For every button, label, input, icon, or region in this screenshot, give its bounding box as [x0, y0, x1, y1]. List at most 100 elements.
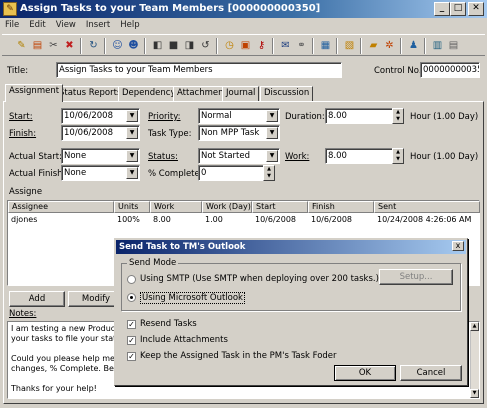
menu-file[interactable]: File	[0, 18, 24, 32]
priority-dropdown-icon[interactable]: ▼	[266, 110, 278, 122]
ok-button[interactable]: OK	[334, 365, 396, 381]
cell-start: 10/6/2008	[255, 215, 297, 224]
title-label: Title:	[7, 66, 29, 76]
task-type-dropdown-icon[interactable]: ▼	[266, 127, 278, 139]
tab-assignment[interactable]: Assignment	[5, 84, 64, 102]
cell-units: 100%	[117, 215, 140, 224]
resend-checkbox[interactable]: ✓	[127, 320, 136, 329]
col-units[interactable]: Units	[114, 201, 150, 213]
cancel-button[interactable]: Cancel	[400, 365, 462, 381]
finish-combo[interactable]: 10/06/2008 ▼	[61, 125, 140, 141]
start-dropdown-icon[interactable]: ▼	[126, 110, 138, 122]
col-finish[interactable]: Finish	[308, 201, 374, 213]
mail-icon[interactable]: ✉	[278, 38, 293, 53]
actual-start-combo[interactable]: None ▼	[61, 148, 140, 164]
task-type-value: Non MPP Task	[201, 128, 260, 138]
duration-field[interactable]: 8.00	[325, 108, 393, 124]
attachments-checkbox[interactable]: ✓	[127, 336, 136, 345]
keep-task-checkbox[interactable]: ✓	[127, 352, 136, 361]
duration-unit: Hour (1.00 Day)	[410, 112, 479, 122]
scroll-up-icon[interactable]: ▲	[470, 322, 479, 331]
actual-start-dropdown-icon[interactable]: ▼	[126, 150, 138, 162]
outlook-radio-label[interactable]: Using Microsoft Outlook	[140, 292, 245, 304]
dialog-close-icon[interactable]: x	[452, 241, 464, 251]
smtp-radio-label[interactable]: Using SMTP (Use SMTP when deploying over…	[140, 274, 379, 284]
print-icon[interactable]: ▤	[446, 38, 461, 53]
clock-icon[interactable]: ◷	[222, 38, 237, 53]
percent-complete-spinner-icon[interactable]: ▲ ▼	[263, 165, 275, 181]
tools-icon[interactable]: ✲	[382, 38, 397, 53]
tab-journal[interactable]: Journal	[222, 86, 260, 101]
folder-icon[interactable]: ▰	[366, 38, 381, 53]
block-icon[interactable]: ■	[166, 38, 181, 53]
work-field[interactable]: 8.00	[325, 148, 393, 164]
report-icon[interactable]: ▧	[342, 38, 357, 53]
minimize-button[interactable]: _	[434, 2, 450, 16]
close-button[interactable]: ✕	[468, 2, 484, 16]
edit-icon[interactable]: ✎	[14, 38, 29, 53]
new-task-icon[interactable]: ▤	[30, 38, 45, 53]
link-icon[interactable]: ⚭	[294, 38, 309, 53]
duration-spinner-icon[interactable]: ▲ ▼	[392, 108, 404, 124]
col-sent[interactable]: Sent	[374, 201, 480, 213]
status-combo[interactable]: Not Started ▼	[198, 148, 280, 164]
notes-label: Notes:	[9, 309, 37, 319]
keep-task-label[interactable]: Keep the Assigned Task in the PM's Task …	[140, 351, 337, 361]
col-work-day[interactable]: Work (Day)	[202, 201, 252, 213]
delete-icon[interactable]: ✖	[62, 38, 77, 53]
assignee-label: Assigne	[9, 187, 43, 197]
start-label: Start:	[9, 112, 33, 122]
outlook-radio[interactable]	[127, 293, 136, 302]
start-combo[interactable]: 10/06/2008 ▼	[61, 108, 140, 124]
menu-view[interactable]: View	[51, 18, 81, 32]
scroll-down-icon[interactable]: ▼	[470, 389, 479, 398]
users-icon[interactable]: ☻	[126, 38, 141, 53]
task-type-combo[interactable]: Non MPP Task ▼	[198, 125, 280, 141]
status-value: Not Started	[201, 151, 250, 161]
indent-icon[interactable]: ◧	[150, 38, 165, 53]
title-field[interactable]: Assign Tasks to your Team Members	[56, 62, 342, 78]
col-work[interactable]: Work	[150, 201, 202, 213]
notes-scrollbar[interactable]	[470, 322, 479, 398]
dialog-title: Send Task to TM's Outlook	[119, 242, 246, 252]
duration-label: Duration:	[285, 112, 325, 122]
task-type-label: Task Type:	[148, 129, 192, 139]
actual-finish-dropdown-icon[interactable]: ▼	[126, 167, 138, 179]
percent-complete-field[interactable]: 0	[198, 165, 264, 181]
undo-icon[interactable]: ↺	[198, 38, 213, 53]
finish-dropdown-icon[interactable]: ▼	[126, 127, 138, 139]
key-icon[interactable]: ⚷	[254, 38, 269, 53]
actual-start-label: Actual Start:	[9, 152, 62, 162]
menu-help[interactable]: Help	[115, 18, 144, 32]
outdent-icon[interactable]: ◨	[182, 38, 197, 53]
person-icon[interactable]: ♟	[406, 38, 421, 53]
menu-bar: File Edit View Insert Help	[0, 18, 487, 32]
col-start[interactable]: Start	[252, 201, 308, 213]
priority-combo[interactable]: Normal ▼	[198, 108, 280, 124]
col-assignee[interactable]: Assignee	[8, 201, 114, 213]
add-button[interactable]: Add	[9, 291, 65, 307]
team-icon[interactable]: ☺	[110, 38, 125, 53]
app-icon: ✎	[3, 2, 17, 16]
tab-status-reports[interactable]: Status Reports	[55, 86, 126, 101]
actual-finish-label: Actual Finish:	[9, 169, 66, 179]
grid-icon[interactable]: ▦	[318, 38, 333, 53]
status-dropdown-icon[interactable]: ▼	[266, 150, 278, 162]
cut-icon[interactable]: ✂	[46, 38, 61, 53]
control-no-field[interactable]: 000000000350	[420, 62, 480, 78]
gift-icon[interactable]: ▣	[238, 38, 253, 53]
setup-button[interactable]: Setup...	[379, 269, 453, 285]
actual-finish-combo[interactable]: None ▼	[61, 165, 140, 181]
refresh-icon[interactable]: ↻	[86, 38, 101, 53]
status-label: Status:	[148, 152, 178, 162]
attachments-label[interactable]: Include Attachments	[140, 335, 228, 345]
resend-label[interactable]: Resend Tasks	[140, 319, 197, 329]
tab-dependency[interactable]: Dependency	[118, 86, 180, 101]
tab-discussion[interactable]: Discussion	[260, 86, 314, 101]
work-spinner-icon[interactable]: ▲ ▼	[392, 148, 404, 164]
maximize-button[interactable]: □	[450, 2, 466, 16]
smtp-radio[interactable]	[127, 275, 136, 284]
menu-edit[interactable]: Edit	[24, 18, 50, 32]
chart-icon[interactable]: ▥	[430, 38, 445, 53]
menu-insert[interactable]: Insert	[81, 18, 115, 32]
